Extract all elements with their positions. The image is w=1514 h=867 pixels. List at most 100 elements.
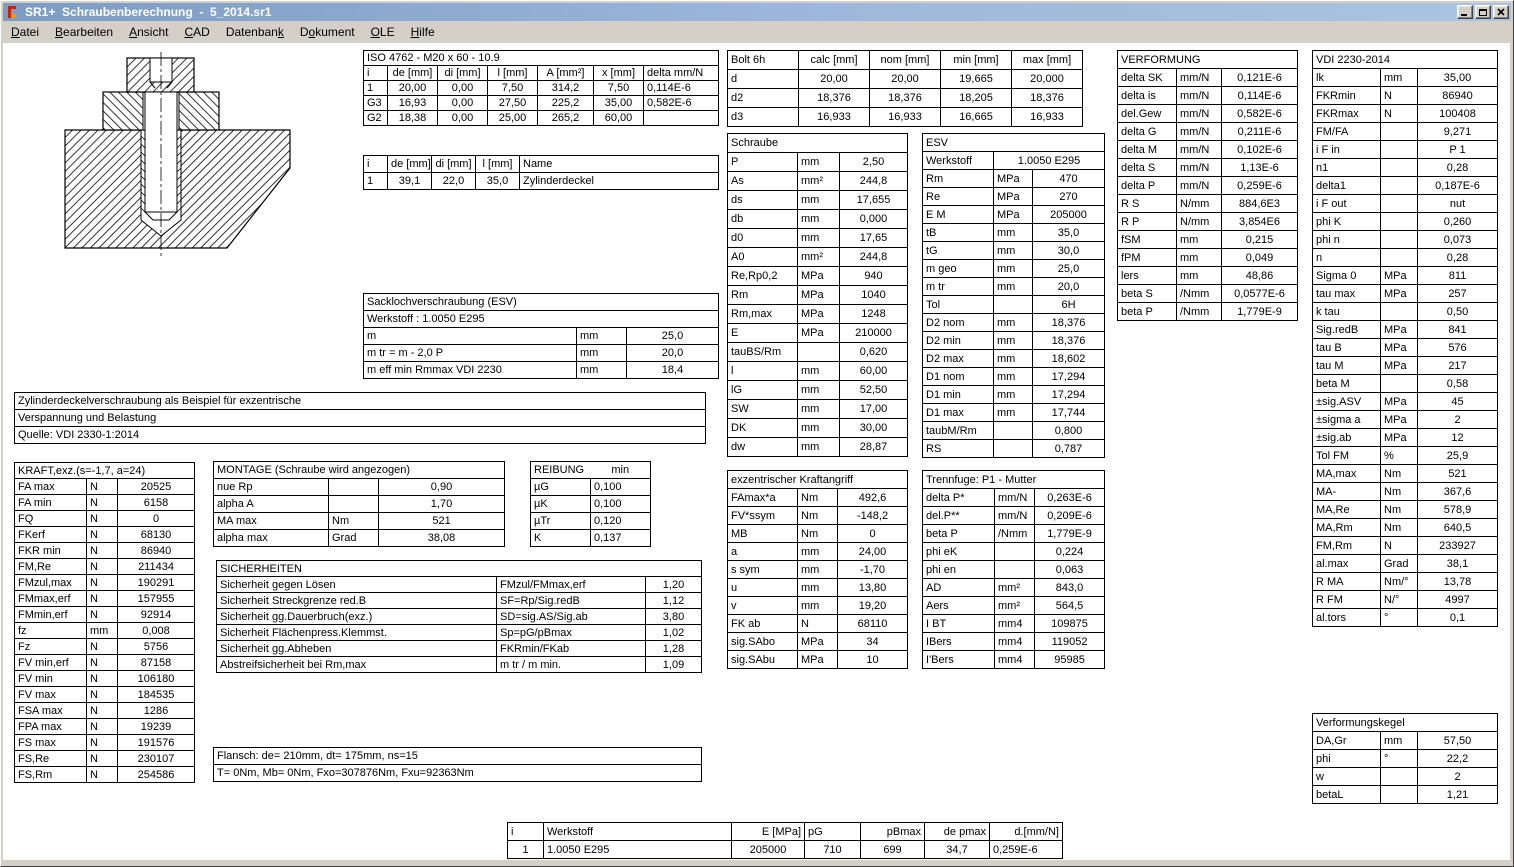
schraube-cell: 17,65 (840, 229, 908, 248)
maximize-button[interactable] (1475, 5, 1491, 19)
vdi-row: ±sig.ASVMPa45 (1313, 393, 1498, 411)
verformung-cell: 0,049 (1222, 249, 1298, 267)
parts-cell: l [mm] (476, 156, 520, 173)
vdi-cell: ° (1381, 609, 1418, 627)
verformung-cell: 1,779E-9 (1222, 303, 1298, 321)
vdi-cell: 0,1 (1418, 609, 1498, 627)
sicherheiten-row: Abstreifsicherheit bei Rm,maxm tr / m mi… (217, 657, 702, 673)
menu-datei[interactable]: Datei (3, 23, 47, 41)
esv-cell: 205000 (1033, 206, 1105, 224)
vdi-cell: 38,1 (1418, 555, 1498, 573)
vdi-cell: 578,9 (1418, 501, 1498, 519)
material-cell: 205000 (732, 841, 805, 859)
esv-row: RS0,787 (923, 440, 1105, 458)
verformungskegel-cell (1381, 786, 1418, 804)
esv-cell: E M (923, 206, 994, 224)
material-cell: pBmax (861, 823, 925, 841)
esv-cell: mm (994, 260, 1033, 278)
iso-cell: 314,2 (538, 81, 594, 96)
menu-datenbank[interactable]: Datenbank (218, 23, 292, 41)
minimize-button[interactable] (1457, 5, 1473, 19)
esv-cell: D2 max (923, 350, 994, 368)
reibung-row: µTr0,120 (531, 513, 651, 530)
sackloch-cell: Sacklochverschraubung (ESV) (364, 294, 719, 311)
sackloch-cell: mm (577, 362, 627, 379)
esv-cell: ESV (923, 134, 1105, 152)
verformung-cell: delta S (1118, 159, 1177, 177)
sackloch-cell: 18,4 (627, 362, 719, 379)
esv-cell: Werkstoff (923, 152, 994, 170)
vdi-cell: 0,28 (1418, 249, 1498, 267)
iso-row: G316,930,0027,50225,235,000,582E-6 (364, 96, 719, 111)
menu-ole[interactable]: OLE (363, 23, 403, 41)
esv-row: D1 nommm17,294 (923, 368, 1105, 386)
vdi-cell: 257 (1418, 285, 1498, 303)
exzentrischer_kraftangriff-row: exzentrischer Kraftangriff (728, 471, 908, 489)
verformung-row: VERFORMUNG (1118, 51, 1298, 69)
esv-row: D1 maxmm17,744 (923, 404, 1105, 422)
trennfuge-cell: del.P** (923, 507, 995, 525)
menu-cad[interactable]: CAD (176, 23, 217, 41)
verformung-row: delta ismm/N0,114E-6 (1118, 87, 1298, 105)
trennfuge-cell: I'Bers (923, 651, 995, 669)
sicherheiten-cell: FKRmin/FKab (497, 641, 646, 657)
iso-cell: i (364, 66, 388, 81)
esv-cell: Tol (923, 296, 994, 314)
exzentrischer_kraftangriff-cell: -1,70 (838, 561, 908, 579)
schraube-cell: lG (728, 381, 798, 400)
kraft-cell: 230107 (118, 751, 195, 767)
esv-cell: 35,0 (1033, 224, 1105, 242)
verformungskegel-cell: w (1313, 768, 1381, 786)
esv-cell: taubM/Rm (923, 422, 994, 440)
vdi-cell: N (1381, 105, 1418, 123)
vdi-cell: 2 (1418, 411, 1498, 429)
exzentrischer_kraftangriff-cell: mm (798, 561, 838, 579)
bolt-cell: d2 (728, 89, 799, 108)
parts-row: ide [mm]di [mm]l [mm]Name (364, 156, 719, 173)
esv-cell: 25,0 (1033, 260, 1105, 278)
kraft-cell: N (87, 687, 118, 703)
esv-row: m geomm25,0 (923, 260, 1105, 278)
close-button[interactable] (1493, 5, 1509, 19)
material-cell: pG (805, 823, 861, 841)
esv-cell: 20,0 (1033, 278, 1105, 296)
schraube-cell: 244,8 (840, 172, 908, 191)
trennfuge-cell: 1,779E-9 (1035, 525, 1105, 543)
assembly-drawing (55, 50, 295, 267)
verformungskegel-row: w2 (1313, 768, 1498, 786)
kraft-row: FSA maxN1286 (15, 703, 195, 719)
table-clamped-parts: ide [mm]di [mm]l [mm]Name139,122,035,0Zy… (363, 155, 719, 190)
kraft-row: FA minN6158 (15, 495, 195, 511)
bolt-cell: min [mm] (941, 51, 1012, 70)
vdi-cell: MPa (1381, 321, 1418, 339)
verformung-cell: 0,211E-6 (1222, 123, 1298, 141)
esv-row: ReMPa270 (923, 188, 1105, 206)
trennfuge-cell: 843,0 (1035, 579, 1105, 597)
schraube-cell: mm (798, 229, 840, 248)
reibung-cell: µG (531, 479, 591, 496)
kraft-row: FMmax,erfN157955 (15, 591, 195, 607)
esv-cell: D2 nom (923, 314, 994, 332)
kraft-row: fzmm0,008 (15, 623, 195, 639)
iso-cell: x [mm] (594, 66, 644, 81)
title-bar[interactable]: SR1+ Schraubenberechnung - 5_2014.sr1 (3, 3, 1511, 21)
app-icon[interactable] (5, 4, 21, 20)
vdi-cell: P 1 (1418, 141, 1498, 159)
exzentrischer_kraftangriff-cell: MPa (798, 633, 838, 651)
kraft-row: FQN0 (15, 511, 195, 527)
menu-dokument[interactable]: Dokument (292, 23, 363, 41)
vdi-cell: n (1313, 249, 1381, 267)
esv-cell: 17,294 (1033, 368, 1105, 386)
menu-ansicht[interactable]: Ansicht (121, 23, 176, 41)
kraft-cell: N (87, 543, 118, 559)
menu-hilfe[interactable]: Hilfe (403, 23, 443, 41)
verformung-cell: 1,13E-6 (1222, 159, 1298, 177)
verformungskegel-cell: mm (1381, 732, 1418, 750)
menu-bearbeiten[interactable]: Bearbeiten (47, 23, 121, 41)
schraube-cell: 17,655 (840, 191, 908, 210)
verformungskegel-cell: betaL (1313, 786, 1381, 804)
verformung-cell: mm (1177, 249, 1222, 267)
kraft-cell: N (87, 527, 118, 543)
vdi-cell: i F out (1313, 195, 1381, 213)
parts-cell: 39,1 (388, 173, 432, 190)
